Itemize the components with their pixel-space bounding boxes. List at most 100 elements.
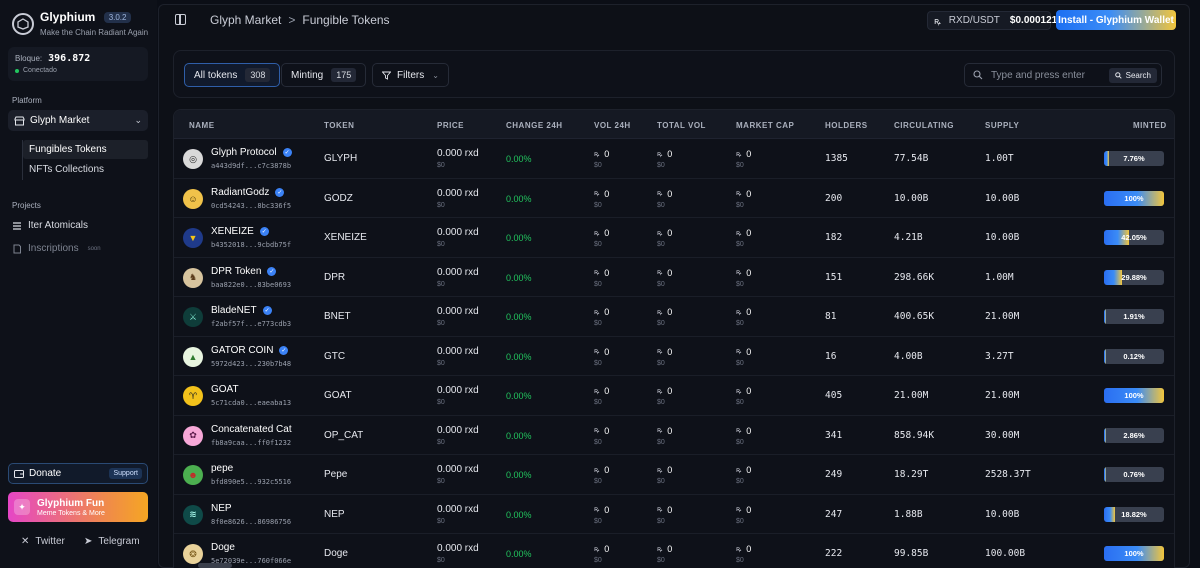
rxd-icon: ꝶ [594, 308, 600, 316]
market-select[interactable]: Glyph Market ⌄ [8, 110, 148, 131]
vol-24h-value: 0 [604, 465, 610, 475]
token-vol-24h-usd: $0 [594, 359, 602, 367]
token-name-cell[interactable]: NEP [211, 503, 232, 514]
breadcrumb-item-glyph-market[interactable]: Glyph Market [210, 13, 281, 27]
total-vol-value: 0 [667, 307, 673, 317]
token-change-24h: 0.00% [506, 193, 532, 204]
token-id: f2abf57f...e773cdb3 [211, 320, 292, 328]
project-item-iter-atomicals[interactable]: Iter Atomicals [12, 220, 88, 231]
minted-progress-bar: 18.82% [1104, 506, 1164, 522]
glyphium-fun-card[interactable]: ✦ Glyphium Fun Meme Tokens & More [8, 492, 148, 522]
minted-progress-bar: 1.91% [1104, 309, 1164, 324]
token-market-cap: ꝶ0 [736, 189, 751, 199]
horizontal-scrollbar-thumb[interactable] [198, 563, 232, 568]
twitter-link[interactable]: ✕ Twitter [21, 536, 65, 547]
x-icon: ✕ [21, 536, 30, 547]
table-row[interactable]: ☻ pepe bfd890e5...932c5516 Pepe 0.000 rx… [174, 455, 1174, 495]
install-wallet-button[interactable]: Install - Glyphium Wallet [1056, 10, 1176, 30]
token-supply: 1.00M [985, 271, 1014, 283]
minted-percent: 0.12% [1123, 351, 1145, 361]
tab-all-tokens[interactable]: All tokens 308 [184, 63, 281, 87]
token-name: pepe [211, 463, 234, 474]
breadcrumb-item-fungible-tokens: Fungible Tokens [302, 13, 390, 27]
table-row[interactable]: ▲ GATOR COIN ✓ 5972d423...230b7b48 GTC 0… [174, 337, 1174, 376]
filters-dropdown[interactable]: Filters ⌄ [372, 63, 449, 87]
table-row[interactable]: ♞ DPR Token ✓ baa822e0...83be0693 DPR 0.… [174, 258, 1174, 297]
column-header-price[interactable]: PRICE [437, 121, 464, 130]
token-name-cell[interactable]: GOAT [211, 384, 239, 395]
column-header-circulating[interactable]: CIRCULATING [894, 121, 954, 130]
token-holders: 200 [825, 192, 843, 204]
total-vol-value: 0 [667, 465, 673, 475]
column-header-minted[interactable]: MINTED [1133, 121, 1167, 130]
breadcrumb: Glyph Market > Fungible Tokens [210, 13, 390, 27]
minted-progress-bar: 0.76% [1104, 467, 1164, 482]
column-header-token[interactable]: TOKEN [324, 121, 354, 130]
tab-minting[interactable]: Minting 175 [281, 63, 367, 87]
token-price-usd: $0 [437, 162, 445, 169]
sidebar: Glyphium 3.0.2 Make the Chain Radiant Ag… [0, 0, 157, 568]
table-row[interactable]: ◎ Glyph Protocol ✓ a443d9df...c7c3878b G… [174, 139, 1174, 179]
token-name: DPR Token [211, 265, 262, 277]
token-total-vol: ꝶ0 [657, 544, 672, 554]
horizontal-scrollbar[interactable] [192, 560, 802, 568]
token-name: GATOR COIN [211, 344, 274, 356]
minted-progress-bar: 42.05% [1104, 230, 1164, 245]
column-header-change-24h[interactable]: CHANGE 24H [506, 121, 563, 130]
token-logo-icon: ☺ [183, 188, 203, 209]
token-total-vol: ꝶ0 [657, 228, 672, 238]
token-name-cell[interactable]: DPR Token ✓ [211, 265, 277, 277]
column-header-holders[interactable]: HOLDERS [825, 121, 868, 130]
token-name-cell[interactable]: GATOR COIN ✓ [211, 344, 289, 356]
search-button[interactable]: Search [1108, 67, 1157, 83]
vol-24h-value: 0 [604, 386, 610, 396]
filter-bar: All tokens 308 Minting 175 Filters ⌄ Sea… [173, 50, 1175, 98]
token-circulating: 298.66K [894, 271, 935, 283]
token-market-cap-usd: $0 [736, 359, 744, 367]
token-name-cell[interactable]: XENEIZE ✓ [211, 226, 269, 237]
token-name-cell[interactable]: Concatenated Cat [211, 424, 292, 435]
rxd-icon: ꝶ [736, 545, 742, 553]
table-row[interactable]: ▼ XENEIZE ✓ b4352018...9cbdb75f XENEIZE … [174, 218, 1174, 258]
token-name-cell[interactable]: RadiantGodz ✓ [211, 187, 285, 198]
token-name-cell[interactable]: Doge [211, 542, 235, 553]
donate-button[interactable]: Donate Support [8, 463, 148, 484]
token-circulating: 77.54B [894, 153, 929, 164]
block-value: 396.872 [48, 53, 91, 64]
brand[interactable]: Glyphium 3.0.2 Make the Chain Radiant Ag… [12, 10, 148, 37]
project-item-inscriptions[interactable]: Inscriptions soon [12, 243, 101, 254]
token-total-vol: ꝶ0 [657, 426, 672, 436]
token-name-cell[interactable]: Glyph Protocol ✓ [211, 147, 292, 158]
table-row[interactable]: ✿ Concatenated Cat fb8a9caa...ff0f1232 O… [174, 416, 1174, 455]
table-row[interactable]: ♈ GOAT 5c71cda0...eaeaba13 GOAT 0.000 rx… [174, 376, 1174, 416]
table-row[interactable]: ☺ RadiantGodz ✓ 0cd54243...8bc336f5 GODZ… [174, 179, 1174, 218]
sidebar-toggle-icon[interactable] [175, 14, 186, 25]
column-header-name[interactable]: NAME [189, 121, 215, 130]
token-price-usd: $0 [437, 478, 445, 485]
subnav-item-nfts-collections[interactable]: NFTs Collections [23, 160, 148, 179]
table-row[interactable]: ≋ NEP 8f0e8626...86986756 NEP 0.000 rxd … [174, 495, 1174, 534]
market-cap-value: 0 [746, 346, 752, 357]
count-badge: 175 [331, 68, 357, 82]
token-price-usd: $0 [437, 201, 445, 209]
list-icon [13, 221, 21, 230]
token-price: 0.000 rxd [437, 543, 479, 554]
top-bar: Glyph Market > Fungible Tokens ꝶ RXD/USD… [159, 5, 1189, 35]
token-ticker: GLYPH [324, 153, 358, 164]
table-row[interactable]: ⚔ BladeNET ✓ f2abf57f...e773cdb3 BNET 0.… [174, 297, 1174, 337]
token-market-cap-usd: $0 [736, 478, 744, 485]
token-name: XENEIZE [211, 226, 254, 237]
column-header-vol-24h[interactable]: VOL 24H [594, 121, 631, 130]
token-name: Glyph Protocol [211, 147, 277, 158]
token-name-cell[interactable]: BladeNET ✓ [211, 305, 272, 316]
telegram-link[interactable]: ➤ Telegram [84, 536, 140, 547]
token-change-24h: 0.00% [506, 272, 532, 283]
token-name-cell[interactable]: pepe [211, 463, 233, 474]
subnav-item-fungibles-tokens[interactable]: Fungibles Tokens [23, 140, 148, 159]
column-header-supply[interactable]: SUPPLY [985, 121, 1019, 130]
token-id: a443d9df...c7c3878b [211, 162, 292, 170]
column-header-total-vol[interactable]: TOTAL VOL [657, 121, 706, 130]
token-circulating: 858.94K [894, 429, 935, 441]
search-input[interactable] [991, 69, 1109, 81]
column-header-market-cap[interactable]: MARKET CAP [736, 121, 794, 130]
